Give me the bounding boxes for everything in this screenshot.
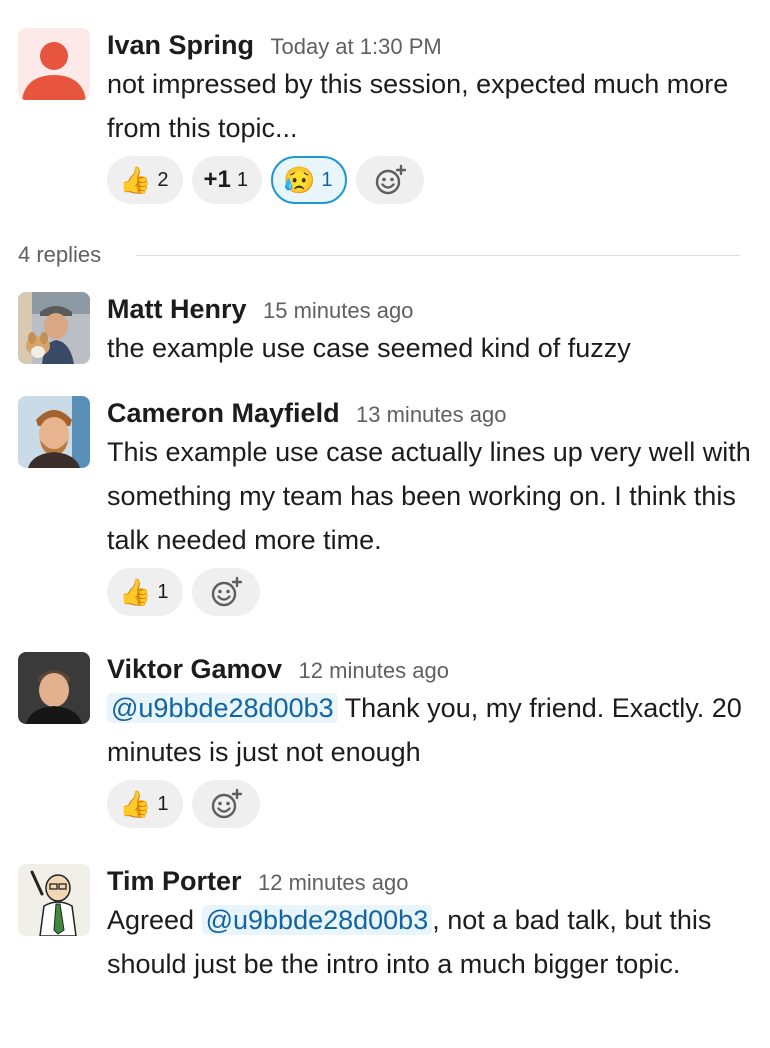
author-name[interactable]: Cameron Mayfield (107, 398, 340, 428)
timestamp[interactable]: 13 minutes ago (356, 402, 506, 427)
add-reaction-icon (211, 788, 242, 819)
thumbs-up-icon: 👍 (119, 165, 152, 195)
divider-line (136, 255, 740, 256)
add-reaction-button[interactable] (191, 780, 260, 828)
plus-one-icon: +1 (203, 166, 231, 193)
replies-divider: 4 replies (18, 238, 740, 272)
default-avatar-icon[interactable] (18, 28, 90, 100)
message-text: @u9bbde28d00b3 Thank you, my friend. Exa… (107, 686, 757, 774)
add-reaction-button[interactable] (355, 156, 424, 204)
reaction-count: 1 (157, 580, 169, 603)
message-text: the example use case seemed kind of fuzz… (107, 333, 631, 363)
reply-count: 4 replies (18, 238, 122, 272)
message-text: This example use case actually lines up … (107, 437, 751, 555)
reaction-count: 1 (236, 168, 248, 191)
author-name[interactable]: Ivan Spring (107, 30, 254, 60)
user-avatar[interactable] (18, 292, 90, 364)
author-name[interactable]: Viktor Gamov (107, 654, 282, 684)
reaction-count: 1 (157, 792, 169, 815)
reaction-bar: 👍 2 +1 1 😥 1 (107, 156, 757, 204)
thumbs-up-icon: 👍 (119, 577, 152, 607)
reaction-count: 2 (157, 168, 169, 191)
message-text: not impressed by this session, expected … (107, 69, 729, 143)
reaction-bar: 👍 1 (107, 568, 757, 616)
timestamp[interactable]: 12 minutes ago (299, 658, 449, 683)
reaction-thumbs-up[interactable]: 👍 1 (107, 780, 183, 828)
disappointed-face-icon: 😥 (283, 165, 316, 195)
user-mention[interactable]: @u9bbde28d00b3 (107, 693, 338, 723)
reaction-plus-one[interactable]: +1 1 (191, 156, 262, 204)
user-avatar[interactable] (18, 652, 90, 724)
thumbs-up-icon: 👍 (119, 789, 152, 819)
message-body: Agreed (107, 905, 195, 935)
timestamp[interactable]: 15 minutes ago (263, 298, 413, 323)
user-avatar[interactable] (18, 864, 90, 936)
reaction-thumbs-up[interactable]: 👍 1 (107, 568, 183, 616)
reaction-thumbs-up[interactable]: 👍 2 (107, 156, 183, 204)
user-mention[interactable]: @u9bbde28d00b3 (201, 905, 433, 935)
reaction-disappointed[interactable]: 😥 1 (271, 156, 347, 204)
thread: Ivan Spring Today at 1:30 PM not impress… (0, 0, 770, 1048)
add-reaction-icon (211, 576, 242, 607)
add-reaction-icon (375, 164, 406, 195)
user-avatar[interactable] (18, 396, 90, 468)
reaction-count: 1 (321, 168, 333, 191)
add-reaction-button[interactable] (191, 568, 260, 616)
timestamp[interactable]: 12 minutes ago (258, 870, 408, 895)
timestamp[interactable]: Today at 1:30 PM (270, 34, 441, 59)
author-name[interactable]: Matt Henry (107, 294, 247, 324)
author-name[interactable]: Tim Porter (107, 866, 242, 896)
reaction-bar: 👍 1 (107, 780, 757, 828)
message-text: Agreed @u9bbde28d00b3, not a bad talk, b… (107, 898, 757, 986)
